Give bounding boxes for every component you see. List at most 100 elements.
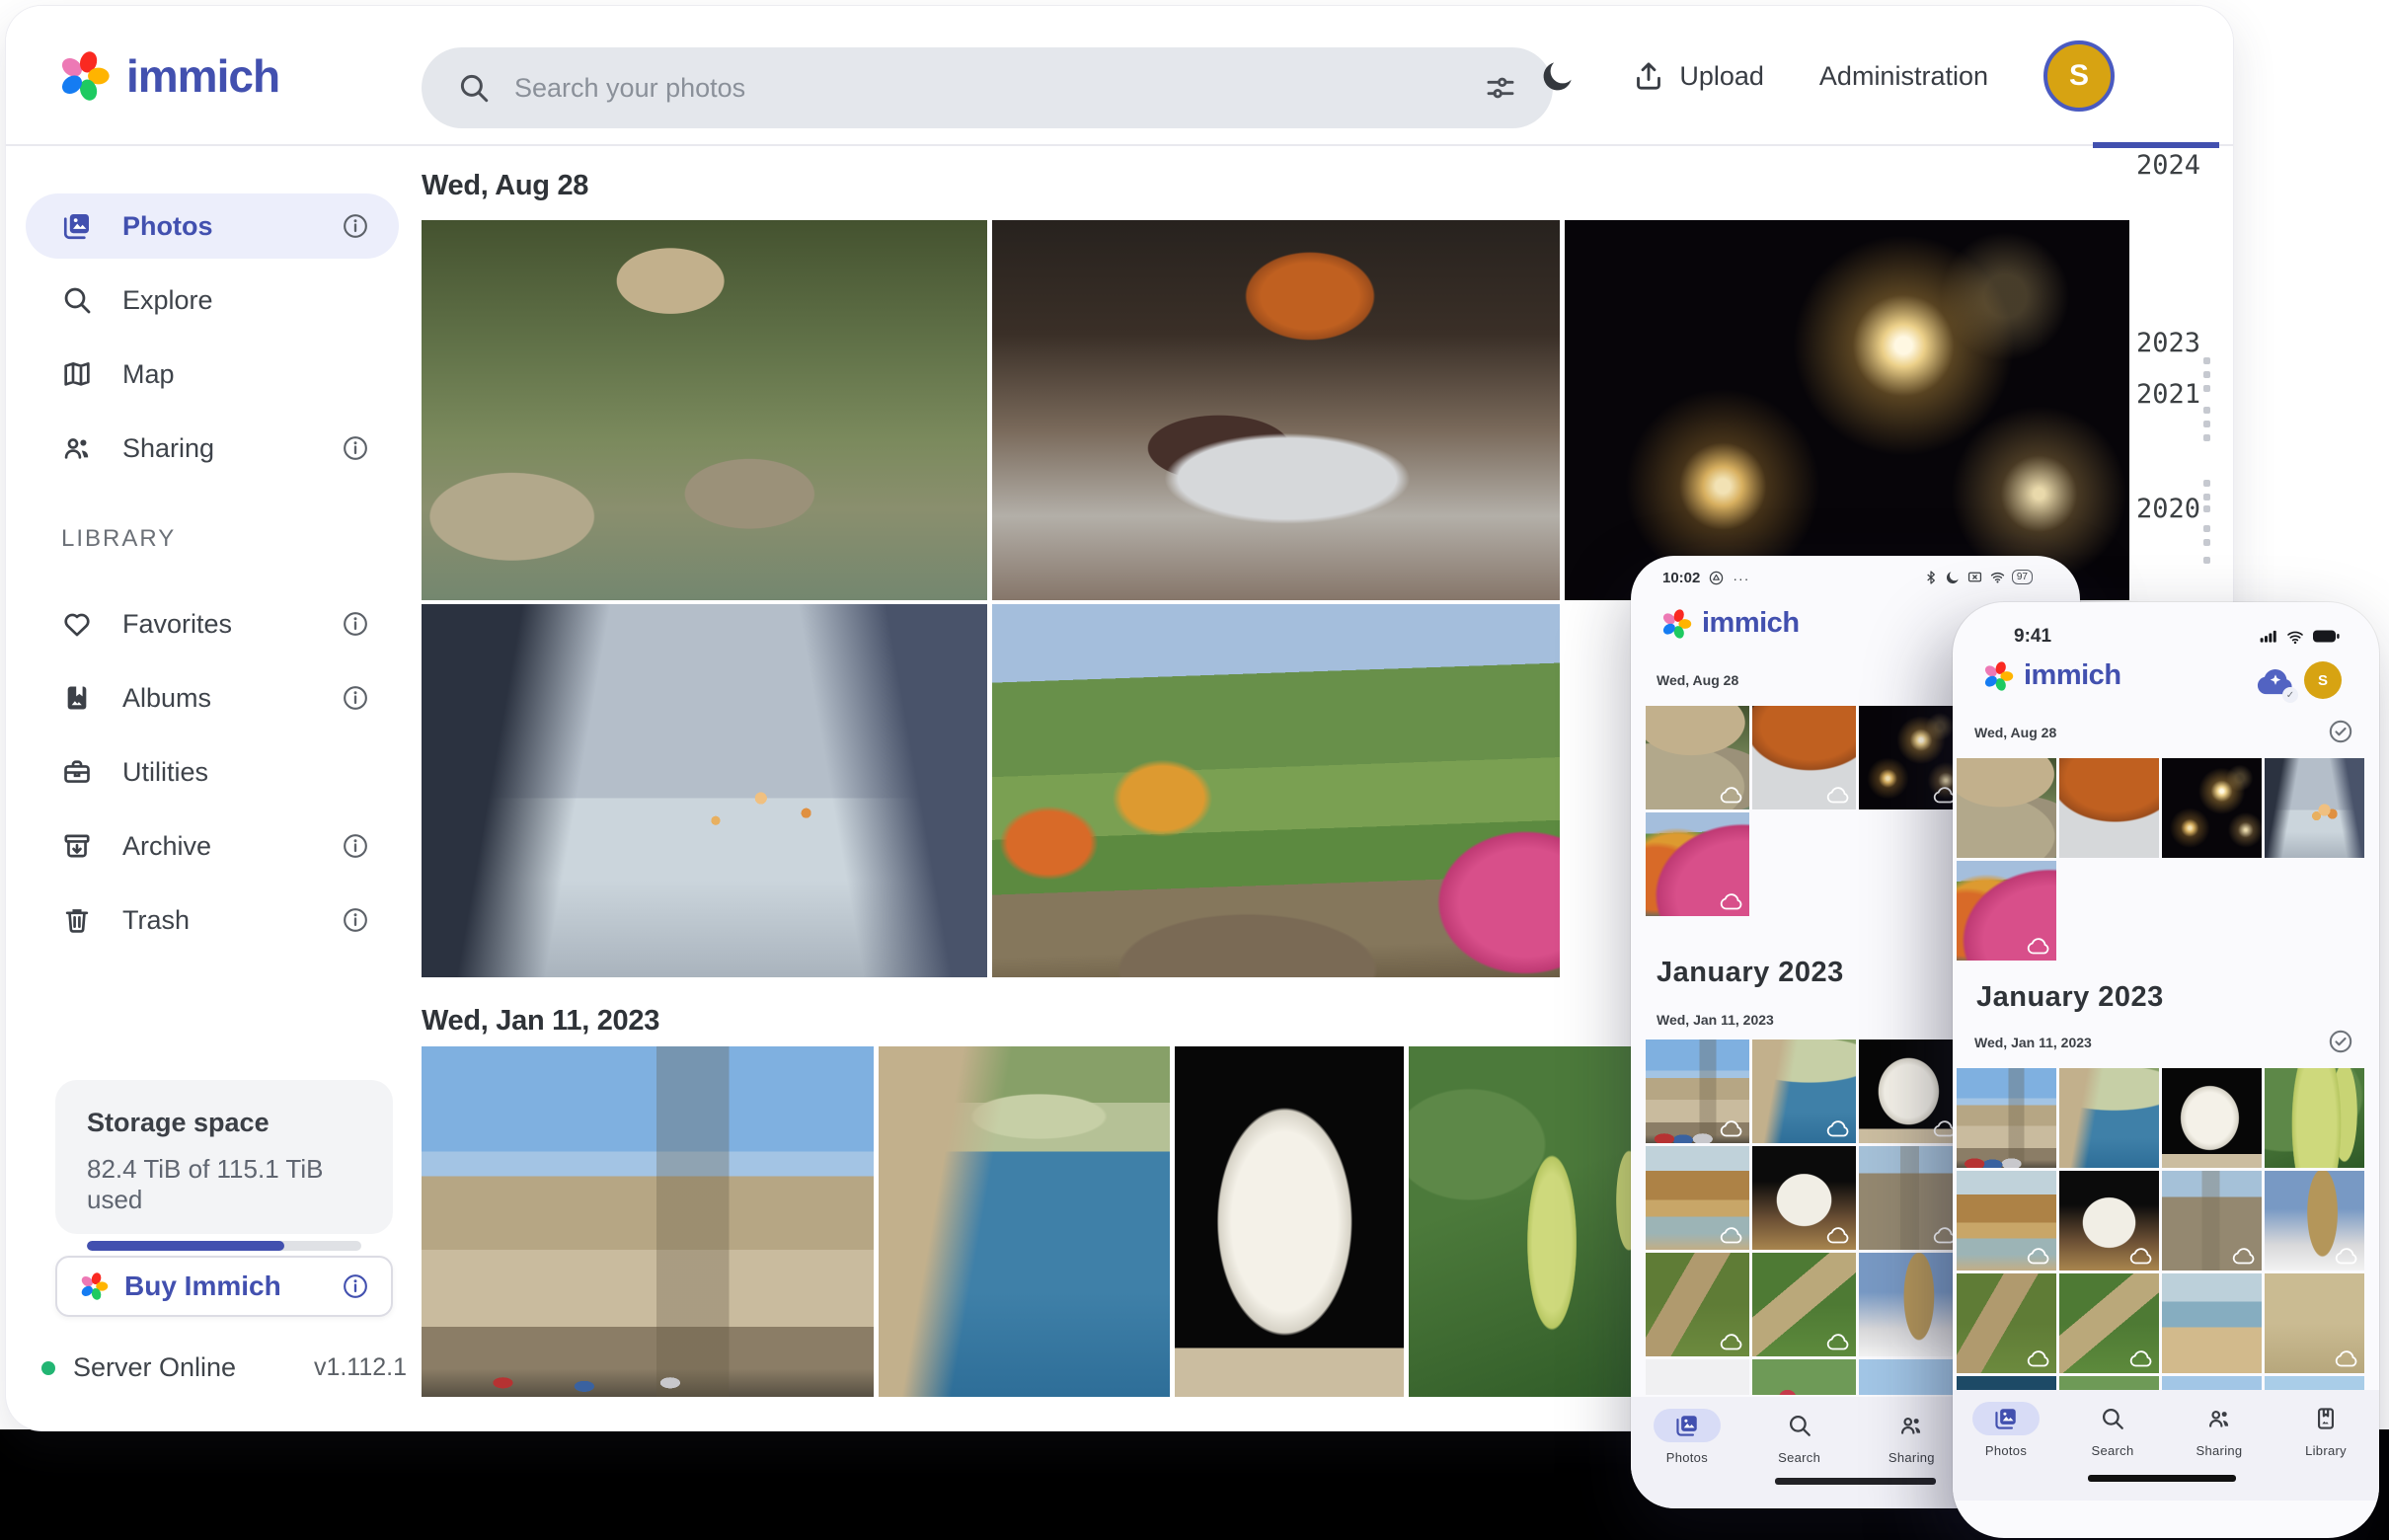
thumb-flowers[interactable] [1752, 1359, 1856, 1395]
select-day-check-icon[interactable] [2328, 1029, 2353, 1054]
photo-holding-hands[interactable] [422, 604, 987, 977]
info-icon[interactable] [342, 212, 369, 240]
search-input[interactable] [514, 73, 1460, 104]
thumb-sandy-shore[interactable] [2265, 1273, 2364, 1373]
thumb-airplane[interactable] [1859, 1359, 1963, 1395]
scrubber-year[interactable]: 2021 [2136, 379, 2225, 410]
thumb-castle-ruins[interactable] [1859, 1146, 1963, 1250]
thumb-lizard[interactable] [1957, 1273, 2056, 1373]
thumb-partial[interactable] [1646, 1359, 1749, 1395]
thumb-coast[interactable] [2059, 1068, 2159, 1168]
storage-progress-fill [87, 1241, 284, 1251]
photo-autumn-park-path[interactable] [992, 604, 1560, 977]
sidebar-item-albums[interactable]: Albums [26, 665, 399, 731]
scrubber-year[interactable]: 2023 [2136, 328, 2225, 358]
scrubber-position-indicator[interactable] [2093, 142, 2219, 148]
photo-white-bust-sculpture[interactable] [1175, 1046, 1404, 1397]
thumb-winter-church[interactable] [2265, 1171, 2364, 1270]
info-icon[interactable] [342, 434, 369, 462]
thumb-beach-cliff[interactable] [1957, 1171, 2056, 1270]
thumb-lizard-closeup[interactable] [2059, 1273, 2159, 1373]
thumb-berries[interactable] [2265, 1068, 2364, 1168]
home-indicator[interactable] [2088, 1475, 2236, 1482]
date-group-header: Wed, Aug 28 [1657, 672, 1738, 688]
home-indicator[interactable] [1775, 1478, 1936, 1485]
thumb-autumn-path[interactable] [1957, 861, 2056, 961]
immich-flower-icon [1660, 608, 1692, 640]
photo-fireworks[interactable] [1565, 220, 2129, 600]
thumb-zoo-monkeys[interactable] [1957, 758, 2056, 858]
sidebar-item-explore[interactable]: Explore [26, 268, 399, 333]
nav-tab-search[interactable]: Search [2059, 1390, 2166, 1501]
thumb-marble-sculpture[interactable] [2059, 1171, 2159, 1270]
thumb-dinner[interactable] [1752, 706, 1856, 809]
status-time: 9:41 [2014, 626, 2051, 648]
sidebar-item-favorites[interactable]: Favorites [26, 591, 399, 656]
status-icons: 97 [1923, 569, 2033, 585]
administration-link[interactable]: Administration [1819, 61, 1988, 92]
photo-dubrovnik-walls[interactable] [422, 1046, 874, 1397]
month-header: January 2023 [1976, 981, 2164, 1014]
thumb-sky[interactable] [2265, 1376, 2364, 1390]
nav-tab-photos[interactable]: Photos [1631, 1397, 1743, 1508]
thumb-lizard[interactable] [1646, 1253, 1749, 1356]
nav-tab-sharing[interactable]: Sharing [1856, 1397, 1968, 1508]
search-filter-icon[interactable] [1484, 71, 1517, 105]
sidebar-item-map[interactable]: Map [26, 342, 399, 407]
photo-coastal-fort[interactable] [879, 1046, 1170, 1397]
wifi-icon [2285, 627, 2305, 647]
date-group-header: Wed, Aug 28 [1974, 725, 2056, 740]
select-all-check-icon[interactable] [2328, 719, 2353, 744]
upload-button[interactable]: Upload [1632, 59, 1764, 93]
thumb-zoo-monkeys[interactable] [1646, 706, 1749, 809]
app-logo: immich [1982, 659, 2121, 692]
app-logo-text: immich [1702, 607, 1800, 640]
nav-tab-search[interactable]: Search [1743, 1397, 1856, 1508]
info-icon[interactable] [342, 1272, 369, 1300]
nav-tab-photos[interactable]: Photos [1953, 1390, 2059, 1501]
thumb-coast[interactable] [1752, 1040, 1856, 1143]
user-avatar[interactable]: S [2043, 40, 2115, 112]
dark-mode-toggle-icon[interactable] [1539, 57, 1577, 95]
user-avatar[interactable]: S [2304, 661, 2342, 699]
thumb-airplane[interactable] [2162, 1376, 2262, 1390]
scrubber-year[interactable]: 2020 [2136, 494, 2225, 524]
thumb-dinner[interactable] [2059, 758, 2159, 858]
search-bar[interactable] [422, 47, 1553, 128]
cloud-backup-icon [2232, 1247, 2256, 1265]
photo-zoo-monkeys[interactable] [422, 220, 987, 600]
thumb-beach-cliff[interactable] [1646, 1146, 1749, 1250]
thumb-underwater[interactable] [1957, 1376, 2056, 1390]
info-icon[interactable] [342, 610, 369, 638]
thumb-marble-sculpture[interactable] [1752, 1146, 1856, 1250]
sidebar-item-utilities[interactable]: Utilities [26, 739, 399, 805]
sidebar-item-trash[interactable]: Trash [26, 887, 399, 953]
info-icon[interactable] [342, 832, 369, 860]
scrubber-year[interactable]: 2024 [2136, 150, 2225, 181]
thumb-bust[interactable] [2162, 1068, 2262, 1168]
nav-tab-sharing[interactable]: Sharing [2166, 1390, 2273, 1501]
thumb-fireworks[interactable] [1859, 706, 1963, 809]
sidebar-item-sharing[interactable]: Sharing [26, 416, 399, 481]
cloud-backup-icon [1720, 786, 1743, 804]
info-icon[interactable] [342, 684, 369, 712]
bottom-navigation: Photos Search Sharing Library [1953, 1390, 2379, 1501]
thumb-flowers[interactable] [2059, 1376, 2159, 1390]
thumb-fireworks[interactable] [2162, 758, 2262, 858]
thumb-castle-walls[interactable] [1957, 1068, 2056, 1168]
thumb-lizard-closeup[interactable] [1752, 1253, 1856, 1356]
photo-autumn-dinner-table[interactable] [992, 220, 1560, 600]
nav-tab-library[interactable]: Library [2273, 1390, 2379, 1501]
buy-immich-button[interactable]: Buy Immich [55, 1256, 393, 1317]
sidebar-item-archive[interactable]: Archive [26, 813, 399, 879]
thumb-castle-ruins[interactable] [2162, 1171, 2262, 1270]
thumb-beach[interactable] [2162, 1273, 2262, 1373]
thumb-autumn-path[interactable] [1646, 812, 1749, 916]
info-icon[interactable] [342, 906, 369, 934]
thumb-castle-walls[interactable] [1646, 1040, 1749, 1143]
sidebar-item-photos[interactable]: Photos [26, 193, 399, 259]
thumb-church-tower[interactable] [1859, 1253, 1963, 1356]
thumb-bust[interactable] [1859, 1040, 1963, 1143]
thumb-holding-hands[interactable] [2265, 758, 2364, 858]
app-logo[interactable]: immich [57, 49, 279, 103]
